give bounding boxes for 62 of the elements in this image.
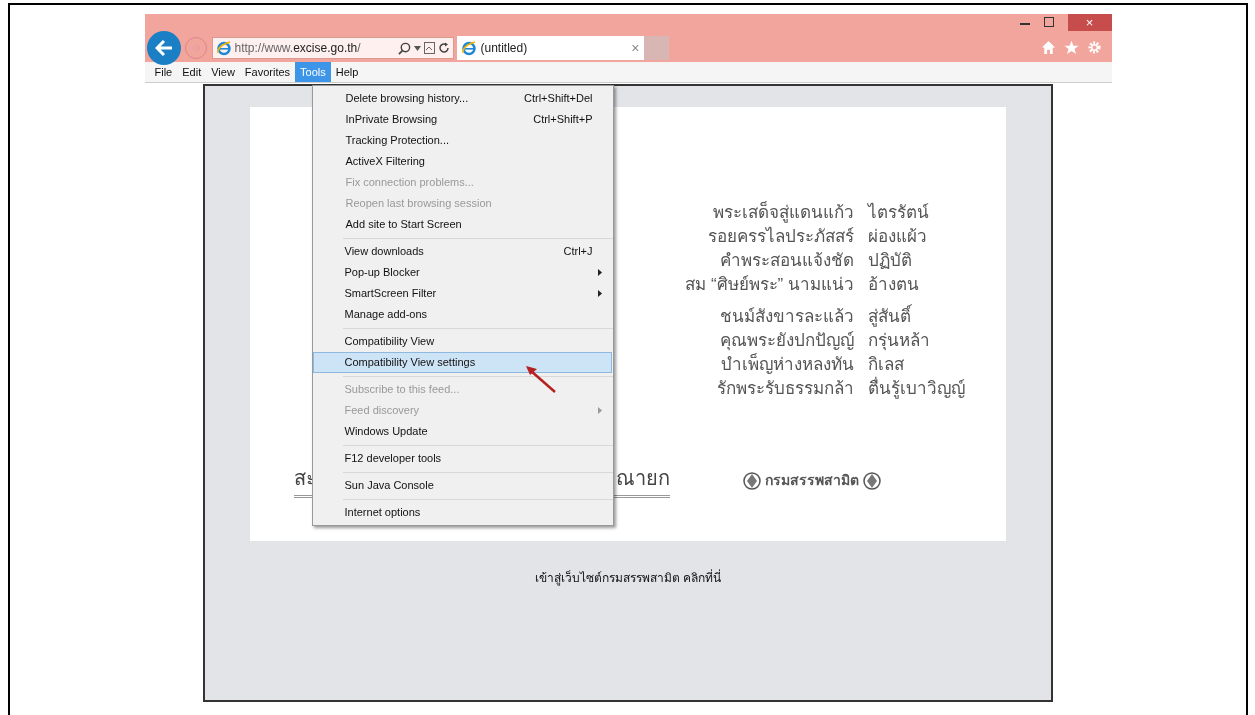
menu-item[interactable]: F12 developer tools — [312, 448, 612, 469]
poem-line-start: ชนม์สังขารละแล้ว — [720, 306, 854, 328]
tab-title: (untitled) — [480, 40, 528, 57]
menu-bar-item[interactable]: Edit — [177, 62, 207, 82]
poem-line-start: รักพระรับธรรมกล้า — [717, 378, 854, 400]
compat-page-icon[interactable] — [423, 42, 435, 54]
menu-item[interactable]: InPrivate Browsing Ctrl+Shift+P — [313, 109, 612, 130]
menu-bar-item[interactable]: Help — [330, 62, 364, 82]
refresh-icon[interactable] — [437, 42, 450, 54]
poem-line-end: สู่สันติ์ — [868, 305, 986, 329]
menu-shortcut: Ctrl+Shift+P — [533, 112, 593, 128]
menu-item[interactable]: Pop-up Blocker — [312, 262, 612, 283]
poem-line-end: ไตรรัตน์ — [868, 201, 930, 224]
menu-item[interactable]: Compatibility View — [312, 331, 612, 352]
banner-heading: ณายก — [616, 466, 670, 491]
menu-item[interactable]: Compatibility View settings — [312, 352, 612, 373]
browser-tab[interactable]: (untitled) × — [456, 36, 644, 60]
poem-line-end: ตื่นรู้เบาวิญญ์ — [868, 377, 986, 401]
restore-icon[interactable] — [1043, 17, 1054, 27]
star-icon[interactable] — [1063, 40, 1079, 55]
browser-logo-icon — [215, 40, 232, 56]
back-arrow-icon — [154, 40, 173, 56]
close-button[interactable]: × — [1067, 14, 1112, 31]
address-bar[interactable]: http://www.excise.go.th/ — [211, 37, 454, 59]
pointer-arrow — [524, 364, 557, 394]
logo-text: กรมสรรพสามิต — [765, 471, 859, 490]
menu-item[interactable]: SmartScreen Filter — [312, 283, 612, 304]
browser-logo-icon — [460, 40, 477, 56]
poem-line-end: ผ่องแผ้ว — [868, 226, 928, 248]
menu-shortcut: Ctrl+Shift+Del — [524, 91, 593, 107]
poem-line-start: พระเสด็จสู่แดนแก้ว — [713, 201, 854, 225]
menu-bar-item[interactable]: File — [149, 62, 178, 82]
menu-item[interactable]: Sun Java Console — [312, 475, 612, 496]
enter-site-link[interactable]: เข้าสู่เว็บไซต์กรมสรรพสามิต คลิกที่นี่ — [534, 569, 722, 587]
emblem-icon — [862, 470, 882, 491]
menu-bar-item[interactable]: Favorites — [239, 62, 296, 82]
poem-line-start: รอยครรไลประภัสสร์ — [708, 225, 854, 248]
poem-line-end: กิเลส — [868, 354, 905, 376]
poem-line-start: คุณพระยังปกปัญญ์ — [720, 330, 854, 353]
menu-item[interactable]: View downloads Ctrl+J — [312, 241, 612, 262]
poem-line-start: สม “ศิษย์พระ” นามแน่ว — [685, 274, 854, 296]
menu-item[interactable]: Manage add-ons — [312, 304, 612, 325]
poem-line-end: ปฏิบัติ — [868, 250, 913, 272]
minimize-icon[interactable] — [1019, 23, 1030, 25]
search-icon[interactable] — [397, 41, 411, 55]
menu-item[interactable]: ActiveX Filtering — [313, 151, 612, 172]
menu-shortcut: Ctrl+J — [563, 244, 593, 260]
emblem-icon — [742, 470, 762, 491]
poem-line-start: คำพระสอนแจ้งชัด — [720, 250, 854, 272]
menu-item[interactable]: Add site to Start Screen — [313, 214, 612, 235]
menu-item[interactable]: Tracking Protection... — [313, 130, 612, 151]
menu-item[interactable]: Windows Update — [312, 421, 612, 442]
poem-line-end: กรุ่นหล้า — [868, 330, 931, 353]
menu-item[interactable]: Internet options — [312, 502, 612, 523]
poem-line-end: อ้างตน — [868, 274, 920, 296]
poem-line-start: บำเพ็ญห่างหลงทัน — [721, 353, 854, 376]
back-button[interactable] — [146, 31, 181, 65]
menu-bar-item[interactable]: View — [206, 62, 240, 82]
dropdown-caret-icon[interactable] — [413, 45, 421, 51]
menu-item[interactable]: Delete browsing history... Ctrl+Shift+Del — [313, 88, 612, 109]
url-text: http://www.excise.go.th/ — [234, 40, 361, 57]
tab-close-button[interactable]: × — [631, 41, 640, 55]
